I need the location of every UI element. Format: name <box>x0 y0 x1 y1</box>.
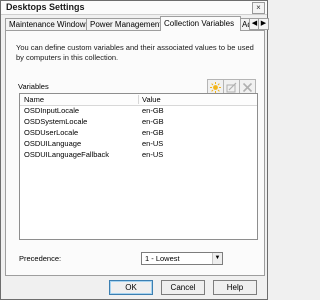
close-button[interactable]: × <box>252 2 265 14</box>
variable-value: en-US <box>142 139 164 148</box>
delete-variable-icon <box>242 82 253 93</box>
cancel-button[interactable]: Cancel <box>161 280 205 295</box>
variables-label: Variables <box>18 82 49 91</box>
variable-name: OSDUILanguageFallback <box>24 150 110 159</box>
precedence-dropdown[interactable]: 1 - Lowest ▼ <box>141 252 223 265</box>
variable-row[interactable]: OSDInputLocale en-GB <box>20 106 257 116</box>
variable-name: OSDUserLocale <box>24 128 79 137</box>
title-bar: Desktops Settings × <box>1 1 267 15</box>
variable-name: OSDUILanguage <box>24 139 82 148</box>
variable-row[interactable]: OSDUILanguageFallback en-US <box>20 150 257 160</box>
variable-value: en-GB <box>142 117 164 126</box>
variable-row[interactable]: OSDSystemLocale en-GB <box>20 117 257 127</box>
precedence-label: Precedence: <box>19 254 62 263</box>
variable-value: en-GB <box>142 128 164 137</box>
help-button[interactable]: Help <box>213 280 257 295</box>
list-header: Name Value <box>20 94 257 106</box>
window-title: Desktops Settings <box>6 2 85 12</box>
chevron-down-icon[interactable]: ▼ <box>212 253 222 264</box>
ok-button[interactable]: OK <box>109 280 153 295</box>
tab-strip: Maintenance Windows Power Management Col… <box>5 16 269 31</box>
variable-value: en-US <box>142 150 164 159</box>
tab-collection-variables[interactable]: Collection Variables <box>160 16 241 31</box>
dialog-window: Desktops Settings × Maintenance Windows … <box>0 0 269 300</box>
column-header-name[interactable]: Name <box>24 94 44 105</box>
variable-name: OSDSystemLocale <box>24 117 88 126</box>
variable-name: OSDInputLocale <box>24 106 80 115</box>
variable-row[interactable]: OSDUserLocale en-GB <box>20 128 257 138</box>
tab-power-management[interactable]: Power Management <box>86 18 164 30</box>
description-text: You can define custom variables and thei… <box>16 43 254 62</box>
tab-scroll-right[interactable]: ▶ <box>258 18 269 30</box>
precedence-value: 1 - Lowest <box>145 254 180 263</box>
column-separator[interactable] <box>138 95 139 104</box>
variables-list[interactable]: Name Value OSDInputLocale en-GB OSDSyste… <box>19 93 258 240</box>
edit-variable-icon <box>226 82 237 93</box>
variable-row[interactable]: OSDUILanguage en-US <box>20 139 257 149</box>
variable-value: en-GB <box>142 106 164 115</box>
column-header-value[interactable]: Value <box>142 94 161 105</box>
tab-maintenance-windows[interactable]: Maintenance Windows <box>5 18 87 30</box>
new-variable-icon <box>210 82 221 93</box>
